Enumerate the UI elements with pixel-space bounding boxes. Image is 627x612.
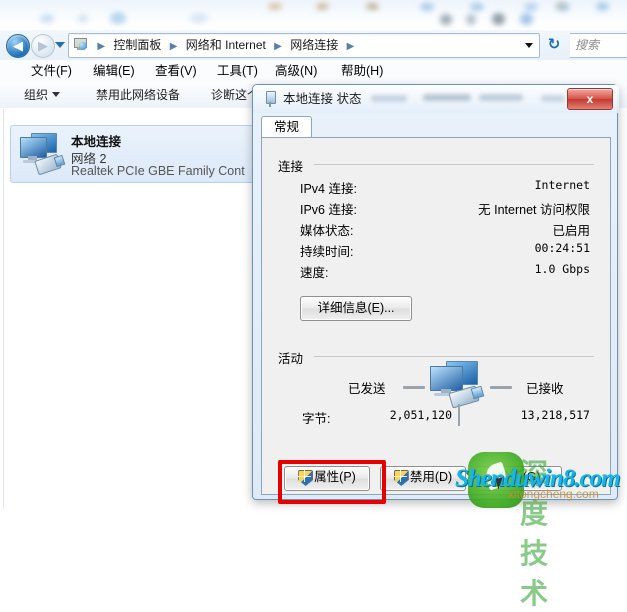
tab-general[interactable]: 常规 [261,116,313,139]
network-status-icon [263,91,277,107]
properties-button-label: 属性(P) [314,470,356,484]
refresh-icon[interactable]: ↻ [543,34,565,56]
row-ipv6-value: 无 Internet 访问权限 [478,203,590,217]
activity-group-label: 活动 [278,348,310,367]
menu-edit[interactable]: 编辑(E) [86,60,142,82]
toolbar-organize-label: 组织 [24,88,49,102]
bytes-sent-value: 2,051,120 [389,408,452,422]
menu-file[interactable]: 文件(F) [24,60,79,82]
row-media-state-value: 已启用 [552,224,590,238]
list-item[interactable]: 本地连接 网络 2 Realtek PCIe GBE Family Cont [10,125,264,183]
activity-computer-icon [428,360,486,409]
disable-button[interactable]: 禁用(D) [380,466,466,491]
breadcrumb-separator: ▶ [97,41,106,52]
forward-arrow-icon[interactable]: ▶ [31,34,55,58]
search-input[interactable]: 搜索 [570,33,627,58]
row-ipv4-value: Internet [534,178,590,192]
address-bar: ◀ ▶ ▶ 控制面板 ▶ 网络和 Internet ▶ 网络连接 ▶ ↻ 搜索 [0,30,627,61]
row-ipv6-label: IPv6 连接: [300,203,357,217]
back-arrow-icon[interactable]: ◀ [6,34,30,58]
row-ipv4-label: IPv4 连接: [300,182,357,196]
breadcrumb-item-network-internet[interactable]: 网络和 Internet [185,38,267,52]
network-control-panel-icon [73,36,89,52]
menu-advanced[interactable]: 高级(N) [268,60,324,82]
close-icon[interactable]: x [567,88,613,110]
tab-panel-general: 连接 IPv4 连接: Internet IPv6 连接: 无 Internet… [261,137,611,504]
dialog-body: 常规 连接 IPv4 连接: Internet IPv6 连接: 无 Inter… [261,116,611,504]
chevron-down-icon [52,92,61,97]
breadcrumb-item-network-connections[interactable]: 网络连接 [289,38,339,52]
menu-help[interactable]: 帮助(H) [334,60,390,82]
chevron-down-icon[interactable] [55,42,65,48]
breadcrumb-separator: ▶ [274,41,282,52]
breadcrumb-item-control-panel[interactable]: 控制面板 [112,38,162,52]
toolbar-disable-device[interactable]: 禁用此网络设备 [90,82,186,108]
received-label: 已接收 [526,382,564,396]
activity-group: 活动 已发送 已接收 字节: 2,051,120 13,218,517 [278,348,594,438]
dialog-title: 本地连接 状态 [283,92,362,106]
details-button[interactable]: 详细信息(E)... [300,296,412,321]
connection-status-dialog: 本地连接 状态 x 常规 连接 IPv4 连接: Internet IPv6 连… [252,84,619,504]
network-adapter-icon [19,133,66,176]
uac-shield-icon [393,470,409,486]
properties-button[interactable]: 属性(P) [284,466,370,491]
connection-adapter: Realtek PCIe GBE Family Cont [71,164,245,178]
uac-shield-icon [298,470,314,486]
row-speed-value: 1.0 Gbps [534,262,590,276]
breadcrumb[interactable]: ▶ 控制面板 ▶ 网络和 Internet ▶ 网络连接 ▶ [68,33,540,58]
breadcrumb-separator: ▶ [169,41,178,52]
bytes-received-value: 13,218,517 [520,408,590,422]
chevron-down-icon[interactable] [525,43,533,48]
row-duration-value: 00:24:51 [534,241,590,255]
sent-label: 已发送 [348,382,386,396]
row-duration-label: 持续时间: [300,245,354,259]
row-speed-label: 速度: [300,266,329,280]
row-media-state-label: 媒体状态: [300,224,354,238]
back-arrow-glyph: ◀ [13,38,23,53]
connection-group-label: 连接 [278,156,310,175]
obscured-title-bar [0,0,627,30]
pane-divider [3,109,4,509]
breadcrumb-items: ▶ 控制面板 ▶ 网络和 Internet ▶ 网络连接 ▶ [73,34,358,57]
toolbar-organize[interactable]: 组织 [18,82,66,108]
dialog-title-bar[interactable]: 本地连接 状态 x [253,85,619,113]
tab-strip: 常规 [261,116,611,139]
menu-tools[interactable]: 工具(T) [210,60,265,82]
forward-arrow-glyph: ▶ [38,38,48,53]
breadcrumb-separator: ▶ [346,41,355,52]
diagnose-button[interactable]: 诊断(G) [476,466,562,491]
menu-bar: 文件(F) 编辑(E) 查看(V) 工具(T) 高级(N) 帮助(H) [0,60,627,82]
bytes-label: 字节: [302,412,331,426]
disable-button-label: 禁用(D) [409,470,453,484]
search-placeholder: 搜索 [575,38,600,52]
menu-view[interactable]: 查看(V) [148,60,204,82]
connection-group: 连接 IPv4 连接: Internet IPv6 连接: 无 Internet… [278,156,594,280]
